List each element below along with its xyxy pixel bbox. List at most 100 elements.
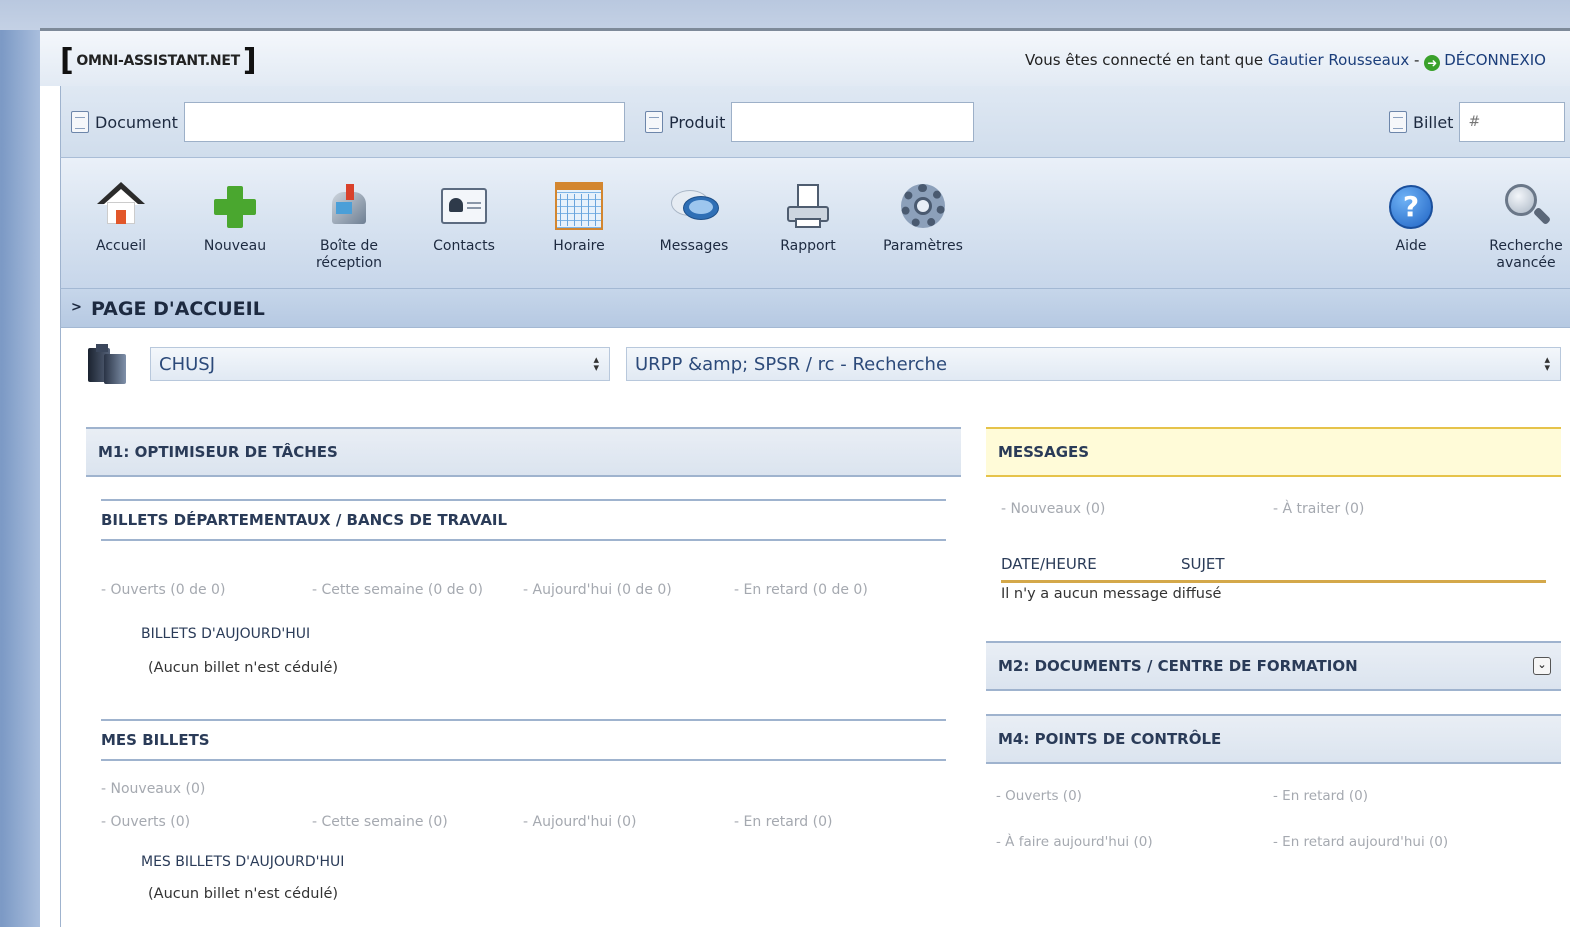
messages-title: MESSAGES	[998, 443, 1090, 461]
billet-search: Billet	[1389, 102, 1566, 142]
logo-bracket-right-icon: ]	[242, 43, 257, 78]
document-icon	[71, 111, 89, 133]
m4-late-stat[interactable]: - En retard (0)	[1273, 788, 1368, 804]
page-title: PAGE D'ACCUEIL	[91, 298, 265, 320]
toolbar-label: Paramètres	[883, 238, 963, 254]
separator: -	[1409, 51, 1425, 69]
document-icon	[1389, 111, 1407, 133]
stat-ouverts[interactable]: - Ouverts (0)	[101, 814, 190, 830]
page-title-bar: > PAGE D'ACCUEIL	[60, 288, 1570, 328]
billet-input[interactable]	[1459, 102, 1566, 142]
site-select-value: CHUSJ	[159, 353, 216, 375]
chevron-right-icon: >	[71, 300, 82, 315]
stat-aujourdhui[interactable]: - Aujourd'hui (0 de 0)	[523, 582, 672, 598]
billet-label: Billet	[1413, 112, 1454, 132]
today-tickets-heading: BILLETS D'AUJOURD'HUI	[141, 626, 311, 642]
messages-table-header: DATE/HEURE SUJET	[1001, 551, 1546, 583]
my-today-tickets-heading: MES BILLETS D'AUJOURD'HUI	[141, 854, 345, 870]
stat-aujourdhui[interactable]: - Aujourd'hui (0)	[523, 814, 636, 830]
toolbar-nouveau-button[interactable]: Nouveau	[185, 180, 285, 255]
user-name: Gautier Rousseaux	[1267, 51, 1410, 69]
app-header: [ OMNI-ASSISTANT.NET ] Vous êtes connect…	[40, 31, 1570, 86]
department-select[interactable]: URPP &amp; SPSR / rc - Recherche ▴ ▾	[626, 347, 1561, 381]
connected-prefix: Vous êtes connecté en tant que	[1025, 51, 1264, 69]
toolbar-label: Recherche avancée	[1489, 238, 1563, 271]
toolbar-label: Aide	[1395, 238, 1427, 254]
top-band	[0, 0, 1570, 30]
chat-bubbles-icon	[667, 180, 721, 234]
produit-input[interactable]	[731, 102, 975, 142]
toolbar-messages-button[interactable]: Messages	[644, 180, 744, 255]
my-tickets-title: MES BILLETS	[101, 731, 210, 749]
m1-panel-header[interactable]: M1: OPTIMISEUR DE TÂCHES	[86, 427, 961, 477]
document-icon	[645, 111, 663, 133]
document-search: Document	[71, 102, 625, 142]
stat-en-retard[interactable]: - En retard (0)	[734, 814, 832, 830]
magnifier-icon	[1499, 180, 1553, 234]
toolbar-rapport-button[interactable]: Rapport	[758, 180, 858, 255]
plus-icon	[208, 180, 262, 234]
calendar-icon	[552, 180, 606, 234]
gear-icon	[896, 180, 950, 234]
m2-title: M2: DOCUMENTS / CENTRE DE FORMATION	[998, 657, 1358, 675]
logo-bracket-left-icon: [	[60, 43, 74, 78]
toolbar-label: Rapport	[780, 238, 836, 254]
stat-en-retard[interactable]: - En retard (0 de 0)	[734, 582, 868, 598]
select-caret-icon: ▴ ▾	[1544, 353, 1550, 374]
toolbar-label: Horaire	[553, 238, 605, 254]
app-frame: [ OMNI-ASSISTANT.NET ] Vous êtes connect…	[40, 28, 1570, 927]
stat-ouverts[interactable]: - Ouverts (0 de 0)	[101, 582, 225, 598]
stat-nouveaux[interactable]: - Nouveaux (0)	[101, 781, 205, 797]
toolbar-label: Contacts	[433, 238, 495, 254]
app-logo[interactable]: [ OMNI-ASSISTANT.NET ]	[60, 43, 257, 78]
toolbar-contacts-button[interactable]: Contacts	[414, 180, 514, 255]
document-input[interactable]	[183, 102, 625, 142]
m2-panel-header[interactable]: M2: DOCUMENTS / CENTRE DE FORMATION ⌄	[986, 641, 1561, 691]
col-date[interactable]: DATE/HEURE	[1001, 555, 1097, 573]
toolbar-accueil-button[interactable]: Accueil	[71, 180, 171, 255]
m4-open-stat[interactable]: - Ouverts (0)	[996, 788, 1082, 804]
no-message-text: Il n'y a aucun message diffusé	[1001, 586, 1222, 602]
mailbox-icon	[322, 180, 376, 234]
m4-panel-header[interactable]: M4: POINTS DE CONTRÔLE	[986, 714, 1561, 764]
logout-icon[interactable]: ➜	[1424, 55, 1441, 71]
document-label: Document	[95, 112, 178, 132]
department-select-value: URPP &amp; SPSR / rc - Recherche	[635, 353, 948, 375]
toolbar-label: Nouveau	[203, 238, 267, 254]
col-subject[interactable]: SUJET	[1181, 555, 1225, 573]
stat-cette-semaine[interactable]: - Cette semaine (0)	[312, 814, 448, 830]
home-icon	[94, 180, 148, 234]
my-tickets-header: MES BILLETS	[101, 719, 946, 761]
empty-note: (Aucun billet n'est cédulé)	[148, 886, 339, 902]
toolbar-advanced-search-button[interactable]: Recherche avancée	[1476, 180, 1570, 272]
m4-late-today-stat[interactable]: - En retard aujourd'hui (0)	[1273, 834, 1448, 850]
m4-title: M4: POINTS DE CONTRÔLE	[998, 730, 1222, 748]
expand-icon[interactable]: ⌄	[1533, 657, 1551, 675]
contact-card-icon	[437, 180, 491, 234]
toolbar-label: Accueil	[96, 238, 146, 254]
m4-today-stat[interactable]: - À faire aujourd'hui (0)	[996, 834, 1153, 850]
site-select[interactable]: CHUSJ ▴ ▾	[150, 347, 610, 381]
messages-new-stat[interactable]: - Nouveaux (0)	[1001, 501, 1105, 517]
stat-cette-semaine[interactable]: - Cette semaine (0 de 0)	[312, 582, 483, 598]
m1-title: M1: OPTIMISEUR DE TÂCHES	[98, 443, 338, 461]
dept-tickets-header: BILLETS DÉPARTEMENTAUX / BANCS DE TRAVAI…	[101, 499, 946, 541]
printer-icon	[781, 180, 835, 234]
help-icon: ?	[1384, 180, 1438, 234]
messages-panel-header[interactable]: MESSAGES	[986, 427, 1561, 477]
search-row: Document Produit Billet	[60, 86, 1570, 157]
buildings-icon	[88, 342, 132, 386]
toolbar-parametres-button[interactable]: Paramètres	[873, 180, 973, 255]
logo-text: OMNI-ASSISTANT.NET	[76, 53, 240, 69]
toolbar-inbox-button[interactable]: Boîte de réception	[299, 180, 399, 272]
main-content: CHUSJ ▴ ▾ URPP &amp; SPSR / rc - Recherch…	[60, 328, 1570, 927]
toolbar-label: Boîte de réception	[315, 238, 383, 271]
select-caret-icon: ▴ ▾	[593, 353, 599, 374]
logout-link[interactable]: DÉCONNEXIO	[1444, 51, 1546, 69]
toolbar-horaire-button[interactable]: Horaire	[529, 180, 629, 255]
toolbar-aide-button[interactable]: ? Aide	[1361, 180, 1461, 255]
messages-todo-stat[interactable]: - À traiter (0)	[1273, 501, 1364, 517]
produit-search: Produit	[645, 102, 975, 142]
dept-tickets-title: BILLETS DÉPARTEMENTAUX / BANCS DE TRAVAI…	[101, 511, 508, 529]
main-toolbar: Accueil Nouveau Boîte de réception Conta…	[60, 157, 1570, 288]
